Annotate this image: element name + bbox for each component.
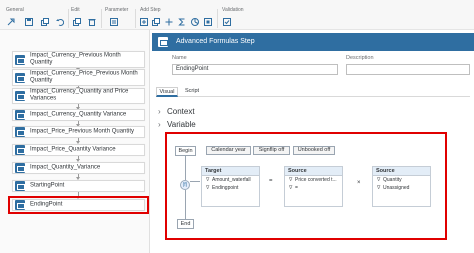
- step-item-startingpoint[interactable]: StartingPoint: [12, 180, 145, 192]
- flow-arrow: [76, 121, 80, 127]
- target-row-label: Endingpoint: [212, 185, 239, 191]
- move-icon[interactable]: [165, 18, 173, 26]
- source-row-label: =: [295, 185, 298, 191]
- embedded-action-icon[interactable]: [204, 18, 212, 26]
- source-row-label: Price converted t...: [295, 177, 337, 183]
- variable-section-header[interactable]: › Variable: [158, 120, 196, 129]
- source-row: ∇ =: [285, 184, 342, 192]
- variable-section-label: Variable: [167, 120, 196, 129]
- step-icon: [15, 127, 25, 137]
- name-label: Name: [172, 55, 187, 61]
- target-row: ∇ Endingpoint: [202, 184, 259, 192]
- name-input[interactable]: EndingPoint: [172, 64, 338, 75]
- source-row: ∇ Quantity: [373, 176, 430, 184]
- source-card-title: Source: [373, 167, 430, 176]
- copy-step-icon[interactable]: [73, 18, 81, 26]
- source-row-label: Unassigned: [383, 185, 410, 191]
- flow-arrow: [76, 156, 80, 162]
- group-label-parameter: Parameter: [105, 7, 129, 13]
- allocation-icon[interactable]: [191, 18, 199, 26]
- source-card-quantity[interactable]: Source ∇ Quantity ∇ Unassigned: [372, 166, 431, 207]
- step-item-impact-price-quantity-variance[interactable]: Impact_Price_Quantity Variance: [12, 144, 145, 156]
- editor-tabs: Visual Script: [156, 87, 470, 97]
- target-row-label: Amount_waterfall: [212, 177, 251, 183]
- context-section-header[interactable]: › Context: [158, 107, 195, 116]
- step-item-impact-quantity-variance[interactable]: Impact_Quantity_Variance: [12, 162, 145, 174]
- delete-icon[interactable]: [88, 18, 96, 26]
- equals-operator: =: [269, 178, 273, 184]
- tab-script[interactable]: Script: [181, 87, 203, 97]
- description-label: Description: [346, 55, 374, 61]
- calendar-year-pill[interactable]: Calendar year: [206, 146, 251, 155]
- step-item-impact-currency-quantity-variance[interactable]: Impact_Currency_Quantity Variance: [12, 109, 145, 121]
- flow-arrow: [76, 174, 80, 180]
- source-card-price[interactable]: Source ∇ Price converted t... ∇ =: [284, 166, 343, 207]
- toolbar-divider: [135, 9, 136, 28]
- toolbar-divider: [68, 9, 69, 28]
- validate-icon[interactable]: [223, 18, 231, 26]
- selected-step-highlight: [8, 196, 149, 214]
- step-icon: [15, 163, 25, 173]
- source-row: ∇ Price converted t...: [285, 176, 342, 184]
- flow-line: [185, 156, 186, 180]
- step-item-label: Impact_Currency_Quantity Variance: [30, 111, 127, 118]
- group-label-general: General: [6, 7, 24, 13]
- step-item-impact-currency-quantity-and-price-variances[interactable]: Impact_Currency_Quantity and Price Varia…: [12, 88, 145, 104]
- copy-action-icon[interactable]: [152, 18, 160, 26]
- step-item-label: Impact_Currency_Price_Previous Month Qua…: [30, 70, 138, 84]
- source-row: ∇ Unassigned: [373, 184, 430, 192]
- step-icon: [15, 91, 25, 101]
- step-item-label: StartingPoint: [30, 182, 65, 189]
- chevron-right-icon: ›: [158, 120, 161, 129]
- description-input[interactable]: [346, 64, 470, 75]
- step-item-label: Impact_Price_Previous Month Quantity: [30, 128, 135, 135]
- flow-arrow: [76, 138, 80, 144]
- step-icon: [15, 54, 25, 65]
- toolbar: General Edit Parameter Add Step Validati…: [0, 0, 474, 30]
- save-icon[interactable]: [25, 18, 33, 26]
- flow-line: [185, 190, 186, 219]
- step-item-label: Impact_Currency_Quantity and Price Varia…: [30, 88, 129, 102]
- step-item-impact-price-previous-month-quantity[interactable]: Impact_Price_Previous Month Quantity: [12, 126, 145, 138]
- flow-arrow: [76, 104, 80, 110]
- step-icon: [15, 72, 25, 83]
- target-row: ∇ Amount_waterfall: [202, 176, 259, 184]
- step-item-label: Impact_Price_Quantity Variance: [30, 146, 116, 153]
- unbooked-off-pill[interactable]: Unbooked off: [293, 146, 335, 155]
- group-label-add-step: Add Step: [140, 7, 161, 13]
- source-row-label: Quantity: [383, 177, 402, 183]
- step-item-impact-currency-previous-month-quantity[interactable]: Impact_Currency_Previous Month Quantity: [12, 51, 145, 68]
- target-card[interactable]: Target ∇ Amount_waterfall ∇ Endingpoint: [201, 166, 260, 207]
- step-title: Advanced Formulas Step: [176, 38, 255, 45]
- begin-node[interactable]: Begin: [175, 146, 196, 156]
- step-icon: [15, 181, 25, 191]
- step-item-label: Impact_Quantity_Variance: [30, 164, 101, 171]
- context-section-label: Context: [167, 107, 195, 116]
- formula-operation-icon[interactable]: (f): [180, 180, 190, 190]
- formula-step-icon: [158, 37, 168, 47]
- wrench-icon[interactable]: [7, 18, 15, 26]
- toolbar-divider: [217, 9, 218, 28]
- parameter-icon[interactable]: [110, 18, 118, 26]
- data-action-icon[interactable]: [140, 18, 148, 26]
- tab-visual[interactable]: Visual: [156, 87, 178, 97]
- step-icon: [15, 110, 25, 120]
- source-card-title: Source: [285, 167, 342, 176]
- step-icon: [15, 145, 25, 155]
- flow-connector: [190, 181, 200, 182]
- group-label-edit: Edit: [71, 7, 80, 13]
- undo-icon[interactable]: [56, 18, 64, 26]
- step-header: Advanced Formulas Step: [152, 33, 474, 51]
- signflip-off-pill[interactable]: Signflip off: [253, 146, 290, 155]
- step-item-impact-currency-price-previous-month-quantity[interactable]: Impact_Currency_Price_Previous Month Qua…: [12, 69, 145, 86]
- end-node[interactable]: End: [177, 219, 194, 229]
- aggregation-icon[interactable]: [178, 18, 186, 26]
- copy-icon[interactable]: [41, 18, 49, 26]
- toolbar-divider: [101, 9, 102, 28]
- target-card-title: Target: [202, 167, 259, 176]
- step-item-label: Impact_Currency_Previous Month Quantity: [30, 52, 121, 66]
- chevron-right-icon: ›: [158, 107, 161, 116]
- multiply-operator: ×: [357, 180, 361, 186]
- group-label-validation: Validation: [222, 7, 244, 13]
